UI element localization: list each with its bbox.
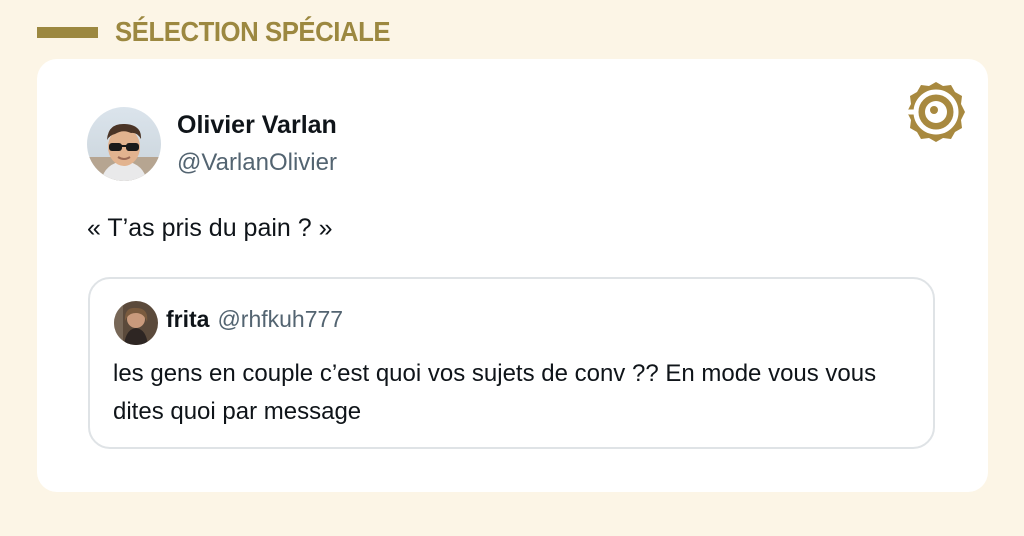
- quoted-author-meta: frita @rhfkuh777: [166, 306, 343, 333]
- quoted-author-name[interactable]: frita: [166, 306, 209, 333]
- section-header: SÉLECTION SPÉCIALE: [37, 14, 414, 50]
- header-accent-bar: [37, 26, 98, 38]
- quoted-tweet-text: les gens en couple c’est quoi vos sujets…: [113, 360, 877, 425]
- tweet-text: « T’as pris du pain ? »: [87, 214, 333, 242]
- author-name[interactable]: Olivier Varlan: [177, 111, 337, 140]
- avatar-image: [87, 107, 161, 181]
- author-avatar[interactable]: [87, 107, 161, 181]
- avatar-image: [114, 301, 158, 345]
- section-title: SÉLECTION SPÉCIALE: [115, 16, 391, 47]
- quoted-author-avatar[interactable]: [114, 301, 158, 345]
- brand-logo-icon: [903, 79, 969, 145]
- author-handle[interactable]: @VarlanOlivier: [177, 149, 337, 177]
- quoted-author-handle[interactable]: @rhfkuh777: [217, 306, 343, 333]
- tweet-card: Olivier Varlan @VarlanOlivier « T’as pri…: [37, 59, 988, 492]
- quoted-tweet[interactable]: frita @rhfkuh777 les gens en couple c’es…: [88, 277, 935, 449]
